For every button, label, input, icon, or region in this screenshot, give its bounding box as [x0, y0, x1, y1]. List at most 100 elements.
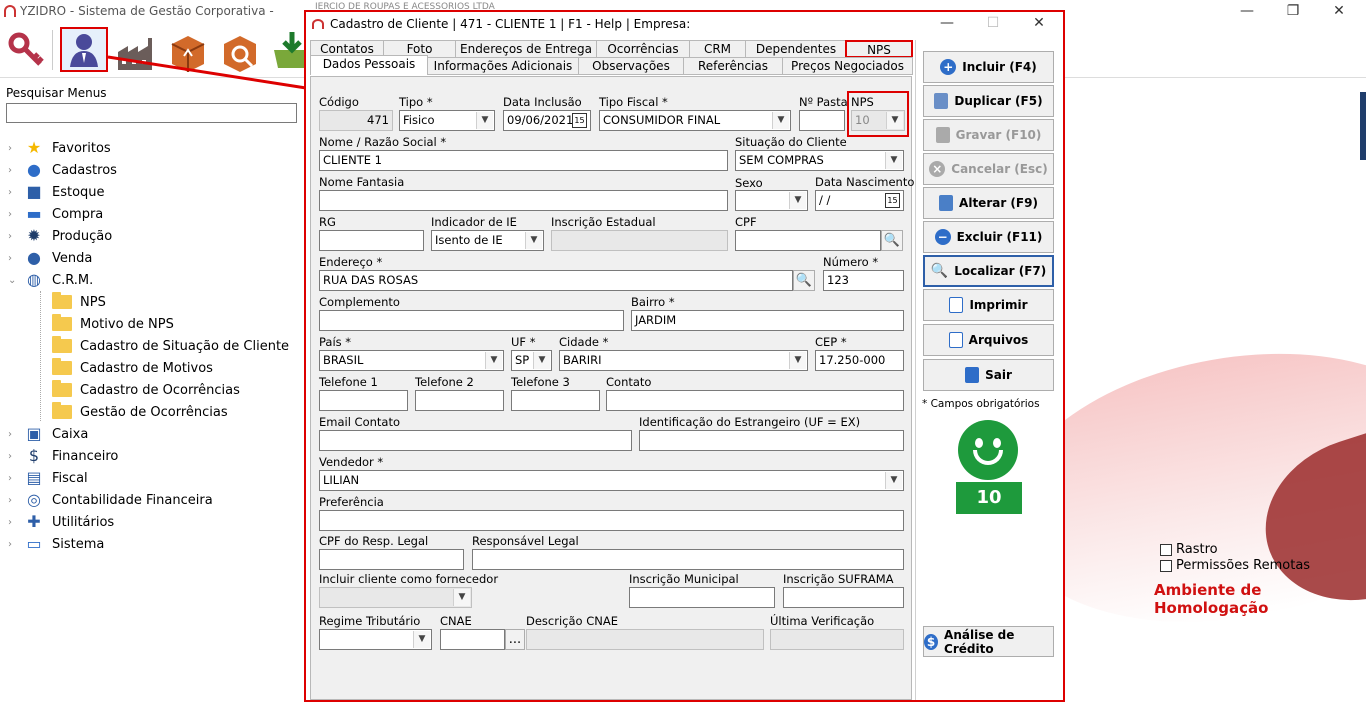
calendar-icon[interactable]: 15 [885, 193, 900, 208]
contato-field[interactable] [606, 390, 904, 411]
endereco-search-button[interactable]: 🔍 [793, 270, 815, 291]
tree-item-8[interactable]: Motivo de NPS [8, 313, 304, 335]
key-icon[interactable] [6, 30, 50, 74]
tree-item-10[interactable]: Cadastro de Motivos [8, 357, 304, 379]
pais-select[interactable]: BRASIL ▼ [319, 350, 504, 371]
regime-select[interactable]: ▼ [319, 629, 432, 650]
tree-item-9[interactable]: Cadastro de Situação de Cliente [8, 335, 304, 357]
calendar-icon[interactable]: 15 [572, 113, 587, 128]
chevron-down-icon[interactable]: ▼ [476, 112, 493, 129]
cancelar-button[interactable]: × Cancelar (Esc) [923, 153, 1054, 185]
uf-select[interactable]: SP ▼ [511, 350, 552, 371]
tree-item-18[interactable]: › ▭ Sistema [8, 533, 304, 555]
chevron-right-icon[interactable]: › [8, 209, 18, 220]
chevron-down-icon[interactable]: ▼ [525, 232, 542, 249]
sair-button[interactable]: Sair [923, 359, 1054, 391]
cnae-field[interactable] [440, 629, 505, 650]
chevron-down-icon[interactable]: ▼ [885, 152, 902, 169]
n-pasta-field[interactable] [799, 110, 845, 131]
vendedor-select[interactable]: LILIAN ▼ [319, 470, 904, 491]
inscricao-suframa-field[interactable] [783, 587, 904, 608]
user-icon[interactable] [60, 27, 108, 72]
tree-item-3[interactable]: › ▬ Compra [8, 203, 304, 225]
tab-precos-negociados[interactable]: Preços Negociados [782, 57, 913, 75]
dialog-close-button[interactable]: ✕ [1016, 12, 1062, 36]
tab-dados-pessoais[interactable]: Dados Pessoais [310, 55, 428, 75]
chevron-right-icon[interactable]: › [8, 253, 18, 264]
chevron-right-icon[interactable]: › [8, 143, 18, 154]
tab-ocorrencias[interactable]: Ocorrências [596, 40, 690, 58]
cpf-field[interactable] [735, 230, 881, 251]
boxes-icon[interactable] [166, 30, 210, 74]
tree-item-0[interactable]: › ★ Favoritos [8, 137, 304, 159]
tree-item-17[interactable]: › ✚ Utilitários [8, 511, 304, 533]
inscricao-municipal-field[interactable] [629, 587, 775, 608]
chevron-right-icon[interactable]: › [8, 451, 18, 462]
data-inclusao-field[interactable]: 09/06/2021 15 [503, 110, 591, 131]
responsavel-field[interactable] [472, 549, 904, 570]
imprimir-button[interactable]: Imprimir [923, 289, 1054, 321]
chevron-right-icon[interactable]: › [8, 517, 18, 528]
alterar-button[interactable]: Alterar (F9) [923, 187, 1054, 219]
cnae-lookup-button[interactable]: ... [505, 629, 525, 650]
cpf-resp-field[interactable] [319, 549, 464, 570]
incluir-button[interactable]: + Incluir (F4) [923, 51, 1054, 83]
rastro-check-box[interactable] [1160, 543, 1172, 556]
tree-item-15[interactable]: › ▤ Fiscal [8, 467, 304, 489]
tab-nps[interactable]: NPS [845, 40, 913, 58]
tools-icon[interactable] [218, 30, 262, 74]
cep-field[interactable]: 17.250-000 [815, 350, 904, 371]
duplicar-button[interactable]: Duplicar (F5) [923, 85, 1054, 117]
bairro-field[interactable]: JARDIM [631, 310, 904, 331]
tree-item-5[interactable]: › ● Venda [8, 247, 304, 269]
numero-field[interactable]: 123 [823, 270, 904, 291]
rg-field[interactable] [319, 230, 424, 251]
excluir-button[interactable]: − Excluir (F11) [923, 221, 1054, 253]
telefone1-field[interactable] [319, 390, 408, 411]
tab-referencias[interactable]: Referências [683, 57, 783, 75]
tree-item-4[interactable]: › ✹ Produção [8, 225, 304, 247]
tipo-select[interactable]: Fisico ▼ [399, 110, 495, 131]
email-contato-field[interactable] [319, 430, 632, 451]
tab-observacoes[interactable]: Observações [578, 57, 684, 75]
data-nascimento-field[interactable]: / / 15 [815, 190, 904, 211]
chevron-right-icon[interactable]: › [8, 429, 18, 440]
tipo-fiscal-select[interactable]: CONSUMIDOR FINAL ▼ [599, 110, 791, 131]
indicador-ie-select[interactable]: Isento de IE ▼ [431, 230, 544, 251]
close-button[interactable]: ✕ [1316, 0, 1362, 24]
chevron-down-icon[interactable]: ▼ [533, 352, 550, 369]
situacao-select[interactable]: SEM COMPRAS ▼ [735, 150, 904, 171]
factory-icon[interactable] [114, 30, 158, 74]
minimize-button[interactable]: — [1224, 0, 1270, 24]
analise-credito-button[interactable]: $ Análise de Crédito [923, 626, 1054, 657]
permissoes-check-box[interactable] [1160, 559, 1172, 572]
localizar-button[interactable]: 🔍 Localizar (F7) [923, 255, 1054, 287]
dialog-minimize-button[interactable]: — [924, 12, 970, 36]
tree-item-16[interactable]: › ◎ Contabilidade Financeira [8, 489, 304, 511]
tree-item-12[interactable]: Gestão de Ocorrências [8, 401, 304, 423]
permissoes-remotas-checkbox[interactable]: Permissões Remotas [1160, 558, 1310, 573]
chevron-right-icon[interactable]: › [8, 539, 18, 550]
tree-item-7[interactable]: NPS [8, 291, 304, 313]
maximize-button[interactable]: ❐ [1270, 0, 1316, 24]
chevron-down-icon[interactable]: ⌄ [8, 275, 18, 286]
tree-item-6[interactable]: ⌄ ◍ C.R.M. [8, 269, 304, 291]
chevron-down-icon[interactable]: ▼ [772, 112, 789, 129]
search-menu-input[interactable] [6, 103, 297, 123]
chevron-right-icon[interactable]: › [8, 187, 18, 198]
chevron-down-icon[interactable]: ▼ [885, 472, 902, 489]
endereco-field[interactable]: RUA DAS ROSAS [319, 270, 793, 291]
tree-item-1[interactable]: › ● Cadastros [8, 159, 304, 181]
telefone3-field[interactable] [511, 390, 600, 411]
chevron-right-icon[interactable]: › [8, 165, 18, 176]
cpf-search-button[interactable]: 🔍 [881, 230, 903, 251]
chevron-down-icon[interactable]: ▼ [485, 352, 502, 369]
nome-fantasia-field[interactable] [319, 190, 728, 211]
cidade-select[interactable]: BARIRI ▼ [559, 350, 808, 371]
tab-crm[interactable]: CRM [689, 40, 746, 58]
tab-informacoes-adicionais[interactable]: Informações Adicionais [427, 57, 579, 75]
tree-item-14[interactable]: › $ Financeiro [8, 445, 304, 467]
tree-item-2[interactable]: › ■ Estoque [8, 181, 304, 203]
tab-enderecos-entrega[interactable]: Endereços de Entrega [455, 40, 597, 58]
sexo-select[interactable]: ▼ [735, 190, 808, 211]
